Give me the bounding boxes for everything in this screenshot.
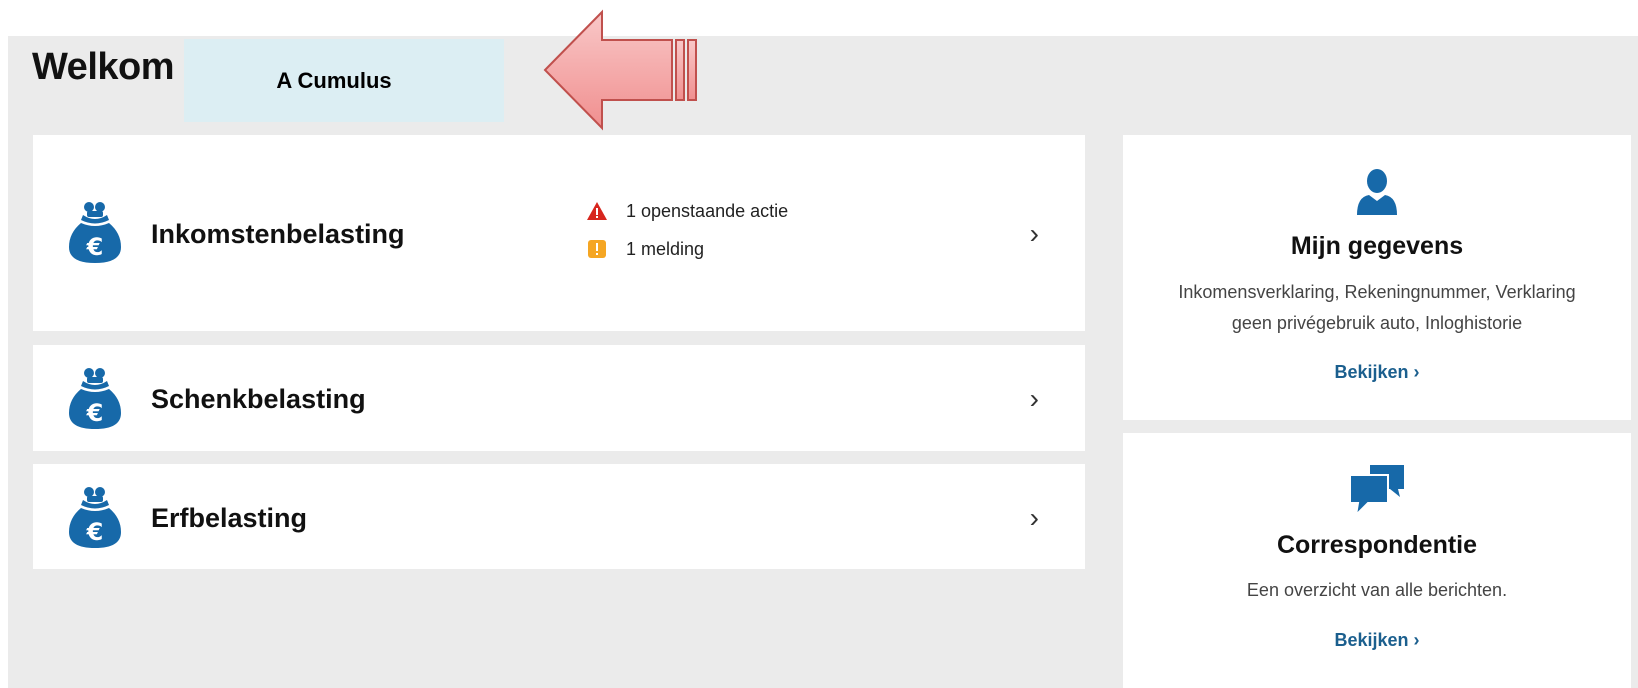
card-title: Mijn gegevens (1290, 232, 1464, 260)
svg-text:€: € (86, 233, 104, 261)
alert-text: 1 openstaande actie (626, 200, 789, 221)
card-description: Inkomensverklaring, Rekeningnummer, Verk… (1163, 277, 1591, 339)
exclamation-square-icon (588, 240, 606, 258)
card-description-line: geen privégebruik auto, Inloghistorie (1231, 313, 1523, 333)
tax-title: Inkomstenbelasting (151, 219, 405, 249)
chevron-right-icon[interactable]: › (1030, 504, 1039, 532)
left-arrow-annotation (543, 9, 697, 131)
tax-card-schenkbelasting[interactable]: € Schenkbelasting › (33, 345, 1085, 451)
alert-text: 1 melding (626, 238, 705, 259)
svg-text:€: € (86, 518, 104, 546)
user-name: A Cumulus (276, 67, 392, 93)
card-description-line: Een overzicht van alle berichten. (1246, 580, 1508, 600)
warning-triangle-icon (587, 202, 607, 220)
money-bag-euro-icon: € (69, 487, 121, 548)
side-card-correspondentie: Correspondentie Een overzicht van alle b… (1123, 433, 1631, 688)
chevron-right-icon[interactable]: › (1030, 220, 1039, 248)
chevron-right-icon[interactable]: › (1030, 385, 1039, 413)
alert-notification[interactable]: 1 melding (586, 238, 704, 260)
bekijken-link[interactable]: Bekijken › (1123, 362, 1631, 383)
bekijken-link[interactable]: Bekijken › (1123, 630, 1631, 651)
person-icon (1357, 169, 1397, 215)
money-bag-euro-icon: € (69, 202, 121, 263)
page-title: Welkom (32, 46, 175, 88)
tax-title: Erfbelasting (151, 503, 308, 533)
tax-card-erfbelasting[interactable]: € Erfbelasting › (33, 464, 1085, 569)
svg-text:€: € (86, 399, 104, 427)
money-bag-euro-icon: € (69, 368, 121, 429)
card-description-line: Inkomensverklaring, Rekeningnummer, Verk… (1178, 282, 1576, 302)
tax-card-inkomstenbelasting[interactable]: € Inkomstenbelasting 1 openstaande actie… (33, 135, 1085, 331)
card-title: Correspondentie (1276, 531, 1478, 559)
tax-title: Schenkbelasting (151, 384, 366, 414)
name-annotation-box: A Cumulus (184, 39, 504, 122)
side-card-mijn-gegevens: Mijn gegevens Inkomensverklaring, Rekeni… (1123, 135, 1631, 420)
alert-open-action[interactable]: 1 openstaande actie (586, 200, 788, 222)
speech-bubbles-icon (1349, 465, 1404, 517)
card-description: Een overzicht van alle berichten. (1163, 575, 1591, 606)
